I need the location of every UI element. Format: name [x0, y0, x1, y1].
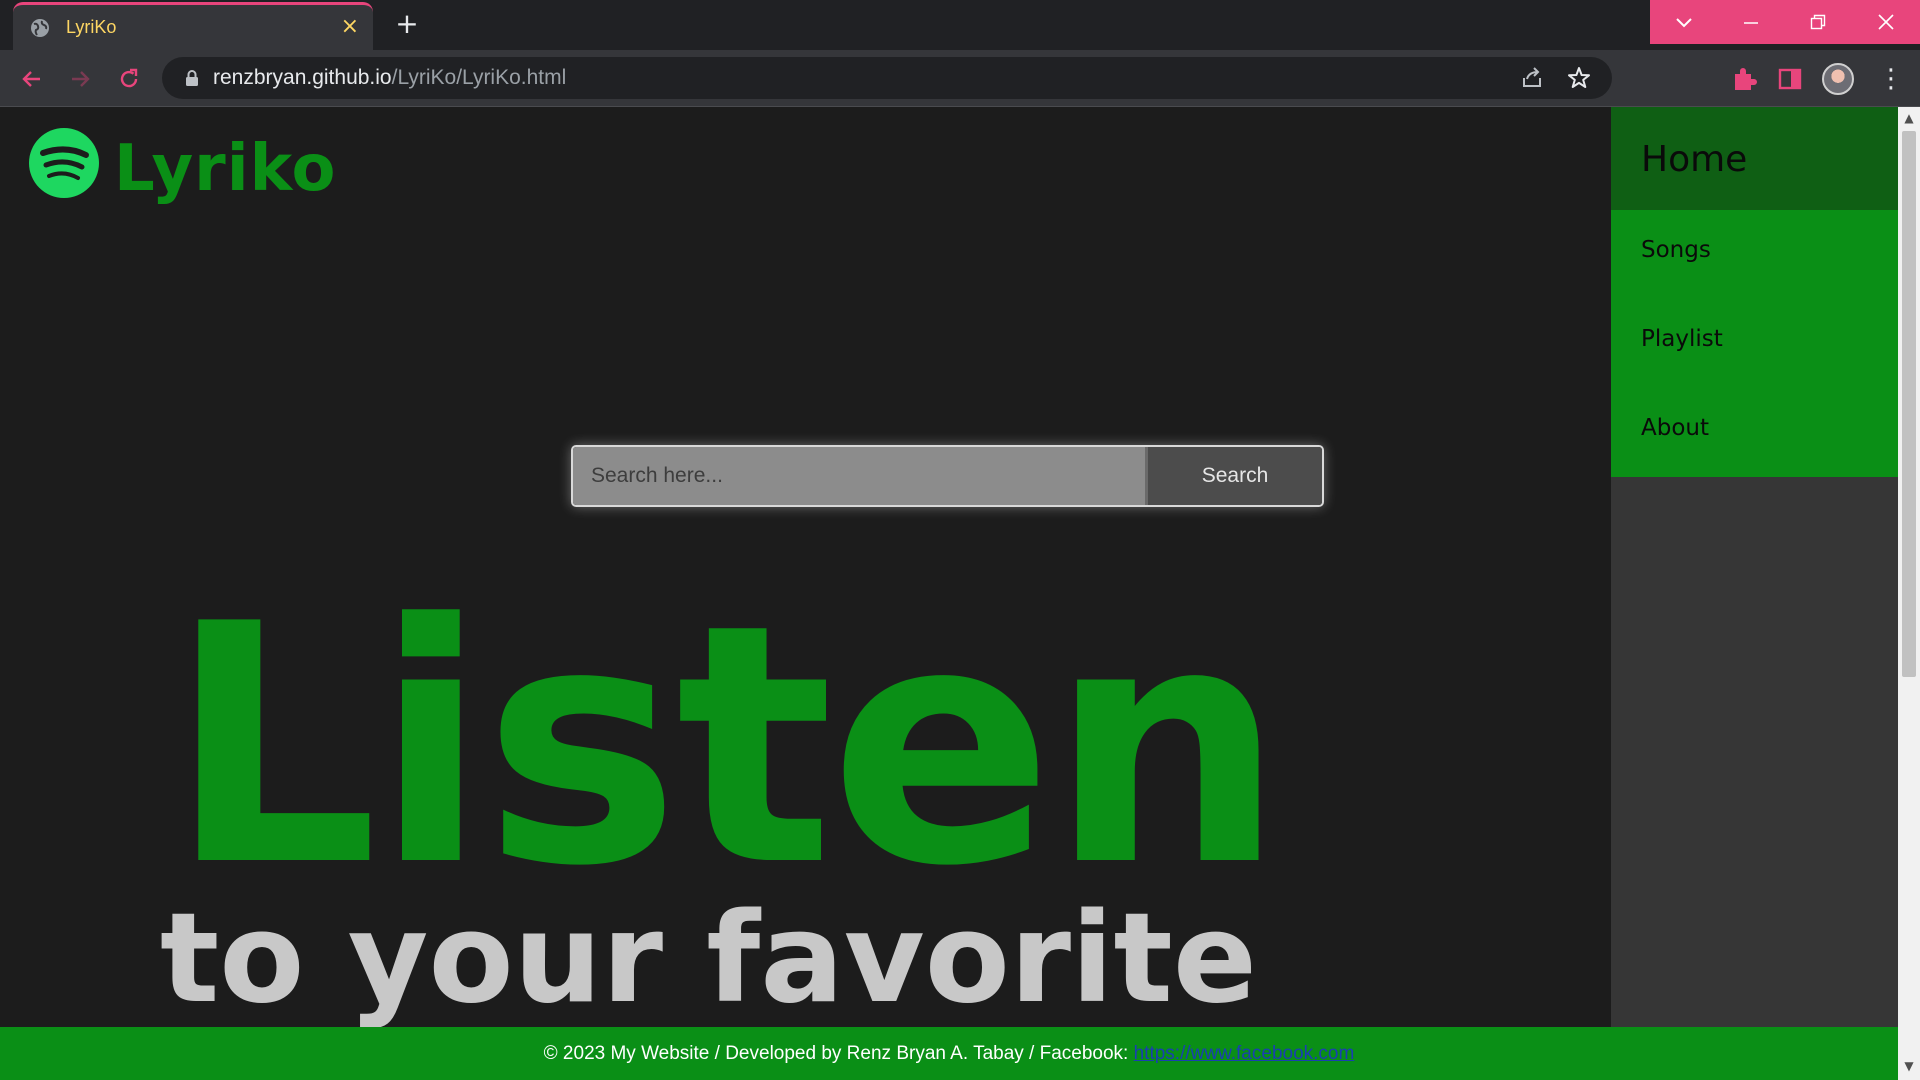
sidebar-menu: Songs Playlist About — [1611, 210, 1898, 477]
hero-subline: to your favorite — [160, 887, 1257, 1031]
extensions-icon[interactable] — [1730, 65, 1758, 93]
url-text: renzbryan.github.io/LyriKo/LyriKo.html — [213, 66, 566, 90]
star-icon[interactable] — [1566, 65, 1592, 91]
arrow-left-icon — [22, 71, 40, 87]
tab-close-icon[interactable]: × — [341, 13, 359, 41]
tab-title: LyriKo — [66, 17, 117, 37]
facebook-link[interactable]: https://www.facebook.com — [1134, 1043, 1355, 1064]
arrow-right-icon — [72, 71, 90, 87]
address-bar[interactable]: renzbryan.github.io/LyriKo/LyriKo.html — [162, 57, 1612, 99]
sidebar-item-songs[interactable]: Songs — [1641, 237, 1711, 263]
side-navigation: Home Songs Playlist About — [1611, 107, 1898, 1080]
side-panel-icon[interactable] — [1776, 65, 1804, 93]
share-icon[interactable] — [1519, 65, 1545, 91]
lock-icon — [186, 70, 198, 86]
scroll-thumb[interactable] — [1902, 131, 1916, 677]
menu-icon[interactable]: ⋮ — [1878, 64, 1904, 94]
url-host: renzbryan.github.io — [213, 66, 392, 89]
restore-button[interactable] — [1784, 0, 1851, 44]
minimize-icon — [1743, 22, 1758, 24]
close-window-button[interactable] — [1851, 0, 1920, 44]
vertical-scrollbar[interactable]: ▲ ▼ — [1898, 107, 1920, 1080]
globe-icon — [31, 19, 49, 37]
search-bar: Search — [571, 445, 1324, 507]
hero-headline: Listen — [168, 554, 1284, 938]
page-viewport: Lyriko Search Listen to your favorite Ho… — [0, 107, 1898, 1080]
browser-tab[interactable]: LyriKo × — [13, 2, 373, 50]
browser-toolbar: renzbryan.github.io/LyriKo/LyriKo.html ⋮ — [0, 50, 1920, 107]
search-input[interactable] — [573, 447, 1145, 505]
back-button[interactable] — [15, 62, 49, 96]
minimize-button[interactable] — [1717, 0, 1784, 44]
new-tab-button[interactable]: + — [392, 10, 422, 40]
spotify-logo-icon[interactable] — [28, 127, 100, 199]
reload-button[interactable] — [112, 62, 146, 96]
restore-icon — [1810, 14, 1825, 30]
forward-button[interactable] — [63, 62, 97, 96]
brand-name[interactable]: Lyriko — [114, 132, 336, 206]
chevron-down-icon — [1675, 18, 1692, 28]
reload-icon — [120, 68, 138, 88]
profile-avatar[interactable] — [1822, 63, 1854, 95]
footer-text: © 2023 My Website / Developed by Renz Br… — [543, 1043, 1134, 1064]
sidebar-item-about[interactable]: About — [1641, 415, 1709, 441]
sidebar-item-home[interactable]: Home — [1611, 107, 1898, 210]
footer: © 2023 My Website / Developed by Renz Br… — [0, 1027, 1898, 1080]
url-path: /LyriKo/LyriKo.html — [391, 66, 567, 89]
scroll-down-icon[interactable]: ▼ — [1902, 1059, 1916, 1073]
close-icon — [1877, 14, 1894, 30]
search-button[interactable]: Search — [1145, 447, 1322, 505]
tab-search-button[interactable] — [1650, 0, 1717, 44]
scroll-up-icon[interactable]: ▲ — [1902, 111, 1916, 125]
browser-tab-bar: LyriKo × + — [0, 0, 1920, 50]
sidebar-item-label: Home — [1641, 139, 1748, 180]
sidebar-item-playlist[interactable]: Playlist — [1641, 326, 1723, 352]
